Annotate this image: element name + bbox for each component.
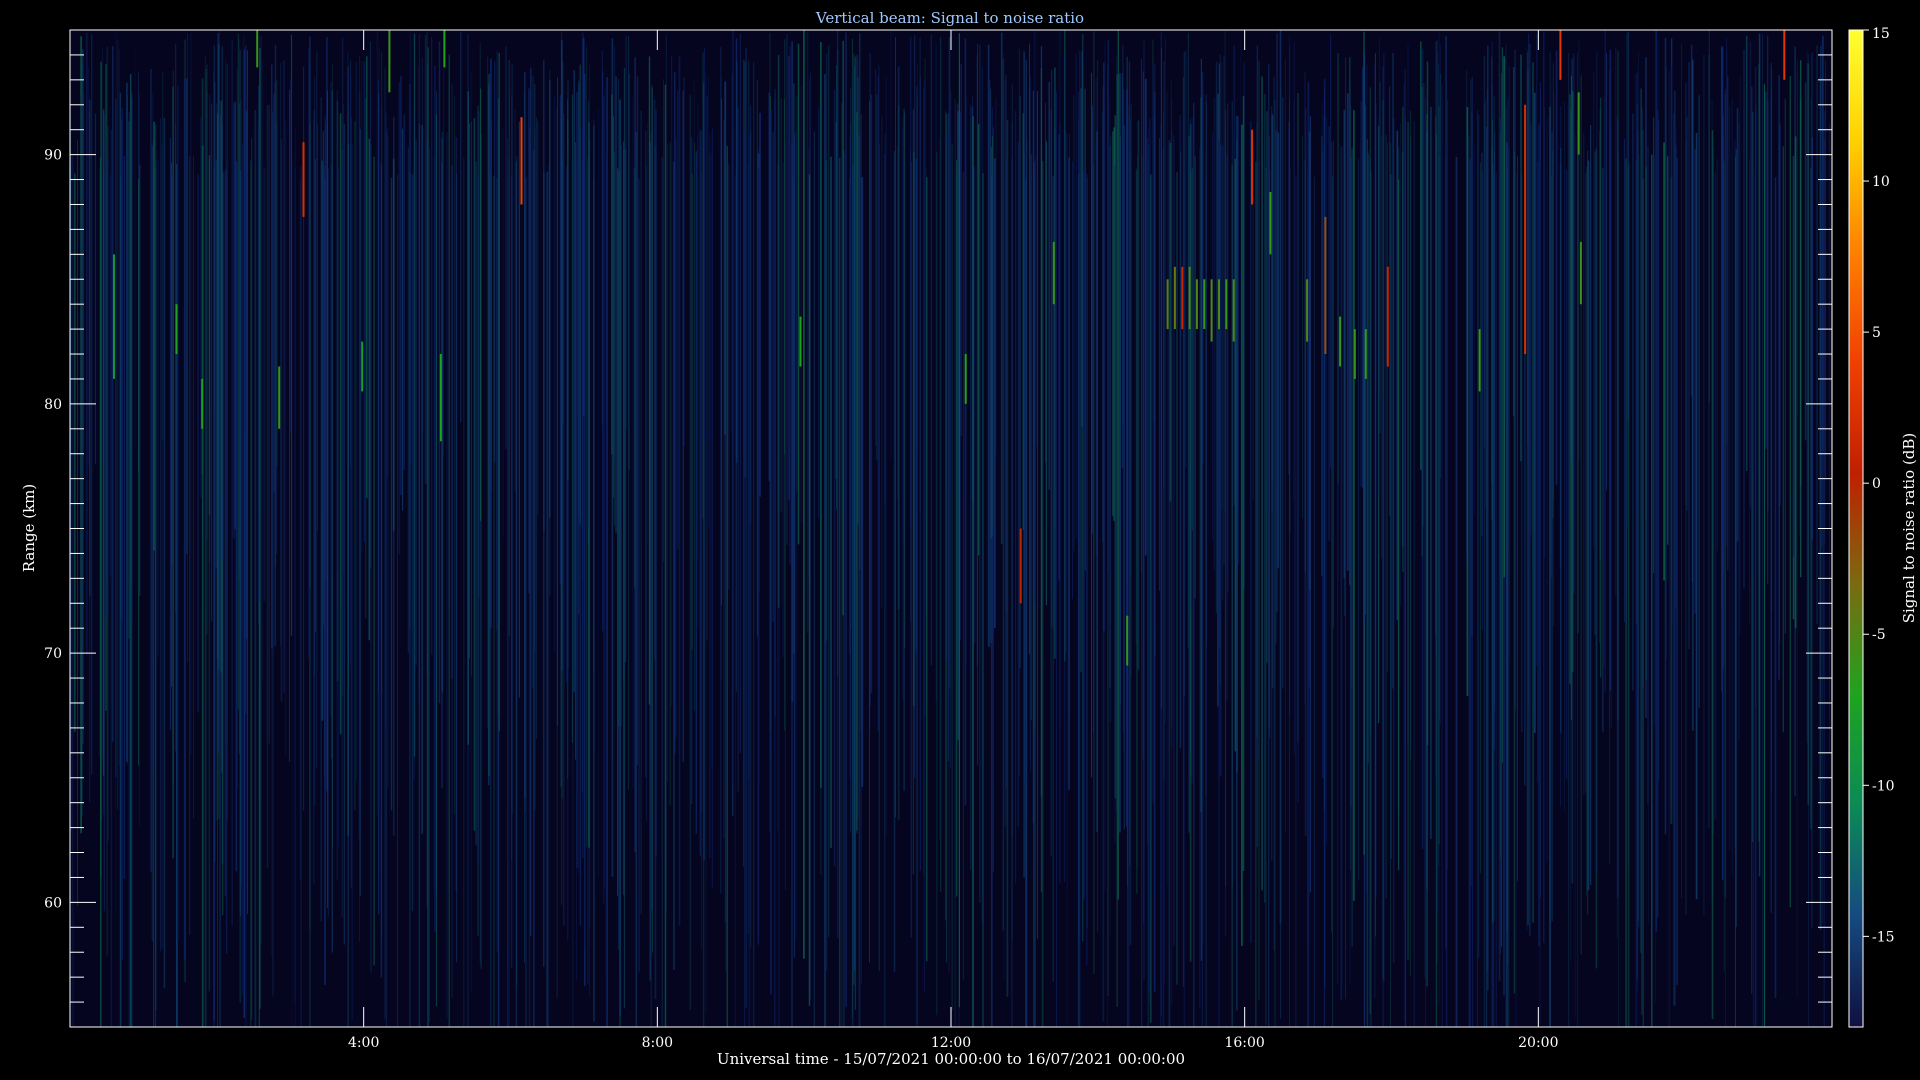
y-tick-label: 80 xyxy=(44,397,62,413)
colorbar-label: Signal to noise ratio (dB) xyxy=(1900,433,1918,624)
colorbar-tick-label: -10 xyxy=(1872,778,1895,794)
x-tick-label: 16:00 xyxy=(1224,1035,1264,1051)
colorbar-scale xyxy=(1848,29,1864,1028)
y-tick-label: 70 xyxy=(44,646,62,662)
chart-title: Vertical beam: Signal to noise ratio xyxy=(815,9,1084,27)
x-tick-label: 4:00 xyxy=(348,1035,379,1051)
y-tick-label: 90 xyxy=(44,148,62,164)
x-tick-label: 20:00 xyxy=(1518,1035,1558,1051)
x-tick-label: 8:00 xyxy=(642,1035,673,1051)
x-axis-label: Universal time - 15/07/2021 00:00:00 to … xyxy=(717,1050,1185,1068)
x-tick-label: 12:00 xyxy=(931,1035,971,1051)
colorbar-tick-label: 15 xyxy=(1872,26,1890,42)
y-tick-label: 60 xyxy=(44,895,62,911)
colorbar-tick-label: -15 xyxy=(1872,929,1895,945)
colorbar-tick-label: 10 xyxy=(1872,174,1890,190)
y-axis-label: Range (km) xyxy=(20,484,38,573)
colorbar-tick-label: 5 xyxy=(1872,325,1881,341)
colorbar-tick-label: 0 xyxy=(1872,476,1881,492)
colorbar-tick-label: -5 xyxy=(1872,627,1886,643)
plot-area: 60 70 80 90 4:00 8:00 12:00 16:00 20:00 xyxy=(44,29,1833,1051)
snr-range-time-chart: Vertical beam: Signal to noise ratio 60 7… xyxy=(0,0,1920,1080)
